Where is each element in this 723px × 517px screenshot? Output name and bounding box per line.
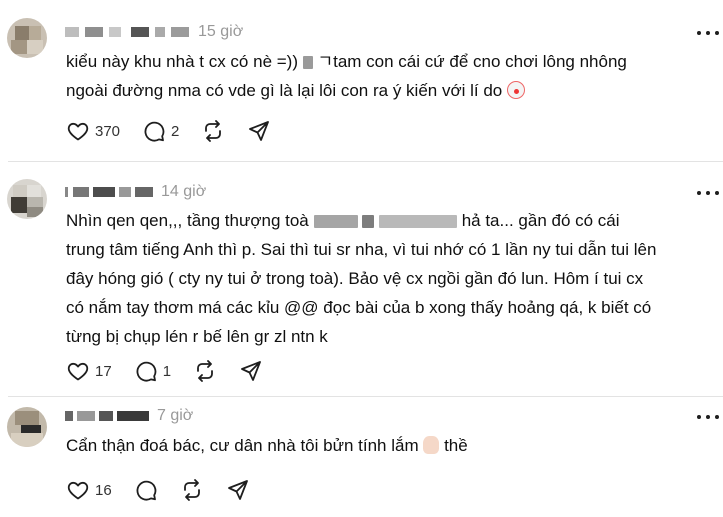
heart-icon	[67, 362, 89, 381]
comment-text: Nhìn qen qen,,, tầng thượng toà hả ta...…	[66, 206, 683, 351]
comment-text-line: kiểu này khu nhà t cx có nè =))	[66, 52, 298, 71]
share-button[interactable]	[247, 119, 271, 143]
action-bar: 17 1	[66, 359, 285, 383]
username[interactable]	[65, 185, 153, 199]
avatar[interactable]	[7, 18, 47, 58]
timestamp: 7 giờ	[157, 407, 194, 424]
redacted-text	[362, 215, 375, 229]
send-icon	[241, 361, 261, 381]
repost-icon	[183, 479, 200, 501]
comment-text-line: Nhìn qen qen,,, tầng thượng toà	[66, 211, 309, 230]
heart-icon	[67, 481, 89, 500]
username[interactable]	[65, 409, 149, 423]
reply-button[interactable]	[134, 478, 158, 502]
comment-text: Cẩn thận đoá bác, cư dân nhà tôi bửn tín…	[66, 431, 683, 460]
comment-text-line: trung tâm tiếng Anh thì p. Sai thì tui s…	[66, 240, 657, 259]
comment-bubble-icon	[136, 361, 157, 382]
redacted-text	[378, 215, 457, 229]
avatar[interactable]	[7, 407, 47, 447]
timestamp: 14 giờ	[161, 183, 207, 200]
folded-hands-icon	[423, 436, 440, 454]
comment-text-line: có nắm tay thơm má các kỉu @@ đọc bài củ…	[66, 298, 652, 317]
share-button[interactable]	[226, 478, 250, 502]
redacted-text	[313, 215, 358, 229]
comment-text-line: hả ta... gần đó có cái	[461, 211, 620, 230]
comment-header: 14 giờ	[65, 182, 206, 202]
action-bar: 370 2	[66, 119, 293, 143]
comment-1: 15 giờ kiểu này khu nhà t cx có nè =)) ㄱ…	[0, 0, 723, 160]
comment-text: kiểu này khu nhà t cx có nè =)) ㄱtam con…	[66, 47, 683, 105]
repost-button[interactable]	[180, 478, 204, 502]
comment-3: 7 giờ Cẩn thận đoá bác, cư dân nhà tôi b…	[0, 397, 723, 517]
more-options-icon[interactable]	[697, 188, 719, 198]
comment-bubble-icon	[136, 480, 157, 501]
like-count: 370	[95, 122, 121, 140]
send-icon	[249, 121, 270, 141]
repost-icon	[197, 360, 213, 382]
like-button[interactable]: 16	[66, 478, 112, 502]
like-button[interactable]: 17	[66, 359, 112, 383]
redacted-text	[302, 56, 313, 70]
like-button[interactable]: 370	[66, 119, 120, 143]
comment-text-line: Cẩn thận đoá bác, cư dân nhà tôi bửn tín…	[66, 436, 419, 455]
action-bar: 16	[66, 478, 272, 502]
comment-text-line: đây hóng gió ( cty ny tui ở trong toà). …	[66, 269, 644, 288]
repost-button[interactable]	[201, 119, 225, 143]
share-button[interactable]	[239, 359, 263, 383]
heart-icon	[67, 122, 89, 141]
reply-count: 2	[171, 122, 180, 140]
reply-button[interactable]: 1	[134, 359, 171, 383]
more-options-icon[interactable]	[697, 28, 719, 38]
reply-count: 1	[162, 362, 172, 380]
comment-text-line: từng bị chụp lén r bế lên gr zl ntn k	[66, 327, 328, 346]
username[interactable]	[65, 25, 190, 39]
send-icon	[227, 480, 248, 500]
like-count: 16	[95, 481, 112, 499]
clown-face-icon	[506, 81, 525, 99]
repost-icon	[205, 120, 222, 142]
comment-text-line: thề	[444, 436, 468, 455]
comment-text-line: ngoài đường nma có vde gì là lại lôi con…	[66, 81, 503, 100]
more-options-icon[interactable]	[697, 412, 719, 422]
timestamp: 15 giờ	[198, 23, 244, 40]
comment-2: 14 giờ Nhìn qen qen,,, tầng thượng toà h…	[0, 161, 723, 396]
avatar[interactable]	[7, 179, 47, 219]
repost-button[interactable]	[193, 359, 217, 383]
comment-text-line: ㄱtam con cái cứ để cno chơi lông nhông	[317, 52, 627, 71]
like-count: 17	[95, 362, 112, 380]
comment-header: 15 giờ	[65, 22, 243, 42]
comment-bubble-icon	[144, 121, 165, 142]
comment-header: 7 giờ	[65, 406, 193, 426]
reply-button[interactable]: 2	[142, 119, 179, 143]
